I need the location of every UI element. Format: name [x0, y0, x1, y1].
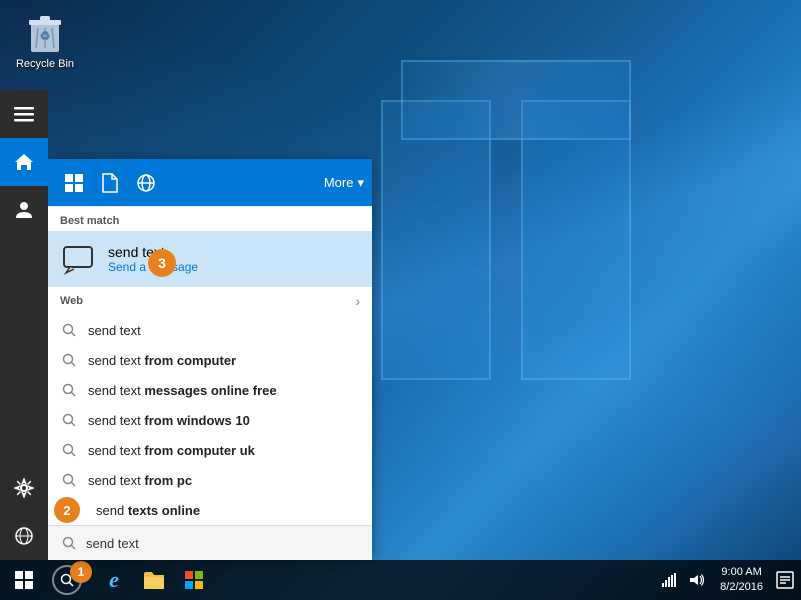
search-input-value[interactable]: send text: [86, 536, 360, 551]
clock-date: 8/2/2016: [720, 580, 763, 595]
best-match-item[interactable]: send text Send a message 3: [48, 231, 372, 287]
badge-2: 2: [54, 497, 80, 523]
desktop: ♻ Recycle Bin: [0, 0, 801, 600]
user-icon: [14, 200, 34, 220]
search-icon-5: [60, 441, 78, 459]
taskbar-tray: [660, 571, 714, 589]
volume-icon[interactable]: [686, 571, 706, 589]
recycle-bin-label: Recycle Bin: [16, 58, 74, 70]
system-clock[interactable]: 9:00 AM 8/2/2016: [714, 565, 769, 596]
svg-text:♻: ♻: [40, 29, 51, 43]
recycle-bin-image: ♻: [25, 10, 65, 54]
globe-search-icon: [136, 173, 156, 193]
settings-icon: [14, 478, 34, 498]
search-input-bar: send text: [48, 525, 372, 560]
start-button[interactable]: [0, 560, 48, 600]
store-icon: [184, 570, 204, 590]
edge-icon: e: [109, 567, 119, 593]
taskbar: 1 e: [0, 560, 801, 600]
clock-time: 9:00 AM: [721, 565, 761, 580]
edge-button[interactable]: e: [94, 560, 134, 600]
web-result-7[interactable]: 2 send texts online: [48, 495, 372, 525]
sidebar-item-settings[interactable]: [0, 464, 48, 512]
sidebar-item-explore[interactable]: [0, 512, 48, 560]
search-dropdown: More ▾ Best match send text Send a messa…: [48, 159, 372, 560]
badge-3: 3: [148, 249, 176, 277]
hamburger-icon: [14, 104, 34, 124]
web-section-header[interactable]: Web ›: [48, 287, 372, 315]
recycle-bin-icon[interactable]: ♻ Recycle Bin: [10, 10, 80, 70]
document-icon: [101, 173, 119, 193]
globe-icon-button[interactable]: [128, 165, 164, 201]
search-top-bar: More ▾: [48, 159, 372, 207]
web-result-5[interactable]: send text from computer uk: [48, 435, 372, 465]
web-arrow-icon: ›: [355, 293, 360, 309]
search-icon-4: [60, 411, 78, 429]
sidebar-item-user[interactable]: [0, 186, 48, 234]
store-button[interactable]: [174, 560, 214, 600]
start-sidebar: [0, 90, 48, 560]
volume-tray-icon: [688, 573, 704, 587]
home-icon: [14, 152, 34, 172]
search-circle-button[interactable]: 1: [52, 565, 82, 595]
file-explorer-button[interactable]: [134, 560, 174, 600]
apps-grid-icon: [64, 173, 84, 193]
web-result-3[interactable]: send text messages online free: [48, 375, 372, 405]
folder-icon: [143, 570, 165, 590]
search-icon-6: [60, 471, 78, 489]
search-bottom-icon: [60, 534, 78, 552]
windows-logo-icon: [15, 571, 33, 589]
web-result-4[interactable]: send text from windows 10: [48, 405, 372, 435]
send-text-icon: [60, 241, 96, 277]
message-bubble-icon: [62, 243, 94, 275]
search-icon-2: [60, 351, 78, 369]
search-badge: 1: [70, 561, 92, 583]
best-match-label: Best match: [48, 207, 372, 231]
action-center-button[interactable]: [769, 560, 801, 600]
network-tray-icon: [662, 573, 678, 587]
search-icon-1: [60, 321, 78, 339]
sidebar-item-hamburger[interactable]: [0, 90, 48, 138]
web-result-2[interactable]: send text from computer: [48, 345, 372, 375]
web-result-1[interactable]: send text: [48, 315, 372, 345]
search-icon-3: [60, 381, 78, 399]
web-result-6[interactable]: send text from pc: [48, 465, 372, 495]
document-icon-button[interactable]: [92, 165, 128, 201]
apps-icon-button[interactable]: [56, 165, 92, 201]
network-icon[interactable]: [660, 571, 680, 589]
action-center-icon: [776, 571, 794, 589]
more-button[interactable]: More ▾: [324, 175, 364, 191]
globe-icon: [14, 526, 34, 546]
sidebar-item-home[interactable]: [0, 138, 48, 186]
